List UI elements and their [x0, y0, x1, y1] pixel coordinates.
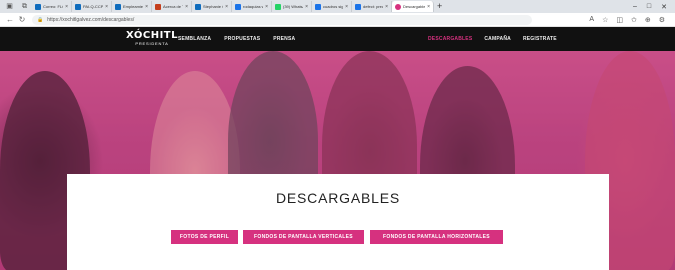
nav-prensa[interactable]: PRENSA [273, 36, 295, 42]
site-logo[interactable]: XÓCHITL PRESIDENTA [126, 30, 178, 46]
fotos-de-perfil-button[interactable]: FOTOS DE PERFIL [171, 230, 238, 244]
tab-close-icon[interactable]: × [345, 4, 348, 10]
page-title: DESCARGABLES [276, 190, 400, 206]
nav-semblanza[interactable]: SEMBLANZA [178, 36, 211, 42]
browser-toolbar: A ☆ ◫ ✩ ⊕ ⚙ [589, 16, 675, 24]
tab-favicon-icon [35, 3, 41, 10]
tab-close-icon[interactable]: × [305, 4, 308, 10]
browser-tab[interactable]: rodaquias web× [232, 1, 272, 12]
tab-favicon-icon [395, 3, 401, 10]
tab-close-icon[interactable]: × [105, 4, 108, 10]
extensions-icon[interactable]: ⚙ [659, 16, 665, 24]
browser-tab-active[interactable]: Descargables × [392, 1, 434, 12]
tab-favicon-icon [75, 3, 81, 10]
tab-close-icon[interactable]: × [145, 4, 148, 10]
tab-favicon-icon [355, 3, 361, 10]
browser-tab[interactable]: defect: precan× [352, 1, 392, 12]
tab-actions-icon[interactable]: ⧉ [20, 2, 29, 11]
fondos-verticales-button[interactable]: FONDOS DE PANTALLA VERTICALES [243, 230, 364, 244]
browser-tab[interactable]: Correo: FLORES× [32, 1, 72, 12]
tab-favicon-icon [155, 3, 161, 10]
secondary-nav: DESCARGABLES CAMPAÑA REGISTRATE [428, 36, 557, 42]
browser-tab[interactable]: PAI-Q-CCP-07P× [72, 1, 112, 12]
tab-close-icon[interactable]: × [427, 4, 430, 10]
new-tab-icon[interactable]: + [437, 1, 442, 12]
close-window-icon[interactable]: ✕ [661, 3, 667, 11]
reload-icon[interactable]: ↻ [16, 15, 28, 24]
read-aloud-icon[interactable]: A [589, 16, 594, 24]
browser-tab[interactable]: Stephanie Gayán× [192, 1, 232, 12]
minimize-icon[interactable]: – [633, 3, 637, 11]
site-header: XÓCHITL PRESIDENTA SEMBLANZA PROPUESTAS … [0, 27, 675, 51]
browser-tab-strip: ▣ ⧉ Correo: FLORES× PAI-Q-CCP-07P× Emple… [0, 0, 675, 13]
favorites-icon[interactable]: ✩ [631, 16, 637, 24]
tab-favicon-icon [235, 3, 241, 10]
collections-icon[interactable]: ⊕ [645, 16, 651, 24]
nav-descargables[interactable]: DESCARGABLES [428, 36, 472, 42]
tab-close-icon[interactable]: × [265, 4, 268, 10]
browser-tab[interactable]: Acerca de Te× [152, 1, 192, 12]
tab-close-icon[interactable]: × [185, 4, 188, 10]
tab-close-icon[interactable]: × [385, 4, 388, 10]
window-controls: – □ ✕ [633, 3, 675, 11]
tab-favicon-icon [315, 3, 321, 10]
lock-icon: 🔒 [37, 16, 44, 23]
nav-campana[interactable]: CAMPAÑA [484, 36, 511, 42]
back-icon[interactable]: ← [4, 15, 16, 24]
tab-favicon-icon [115, 3, 121, 10]
maximize-icon[interactable]: □ [647, 3, 651, 11]
browser-tab[interactable]: Empleamientos× [112, 1, 152, 12]
url-input[interactable]: 🔒 https://xochitlgalvez.com/descargables… [32, 14, 532, 25]
tab-close-icon[interactable]: × [225, 4, 228, 10]
window-menu-icon[interactable]: ▣ [5, 2, 14, 11]
tab-close-icon[interactable]: × [65, 4, 68, 10]
tab-favicon-icon [195, 3, 201, 10]
nav-registrate[interactable]: REGISTRATE [523, 36, 557, 42]
main-nav: SEMBLANZA PROPUESTAS PRENSA [178, 36, 295, 42]
browser-tab[interactable]: cuadros significa× [312, 1, 352, 12]
address-bar: ← ↻ 🔒 https://xochitlgalvez.com/descarga… [0, 13, 675, 27]
split-screen-icon[interactable]: ◫ [616, 16, 623, 24]
tab-favicon-icon [275, 3, 281, 10]
favorite-icon[interactable]: ☆ [602, 16, 608, 24]
content-card: DESCARGABLES FOTOS DE PERFIL FONDOS DE P… [67, 174, 609, 270]
nav-propuestas[interactable]: PROPUESTAS [224, 36, 260, 42]
fondos-horizontales-button[interactable]: FONDOS DE PANTALLA HORIZONTALES [370, 230, 503, 244]
browser-tab[interactable]: (39) WhatsApp× [272, 1, 312, 12]
